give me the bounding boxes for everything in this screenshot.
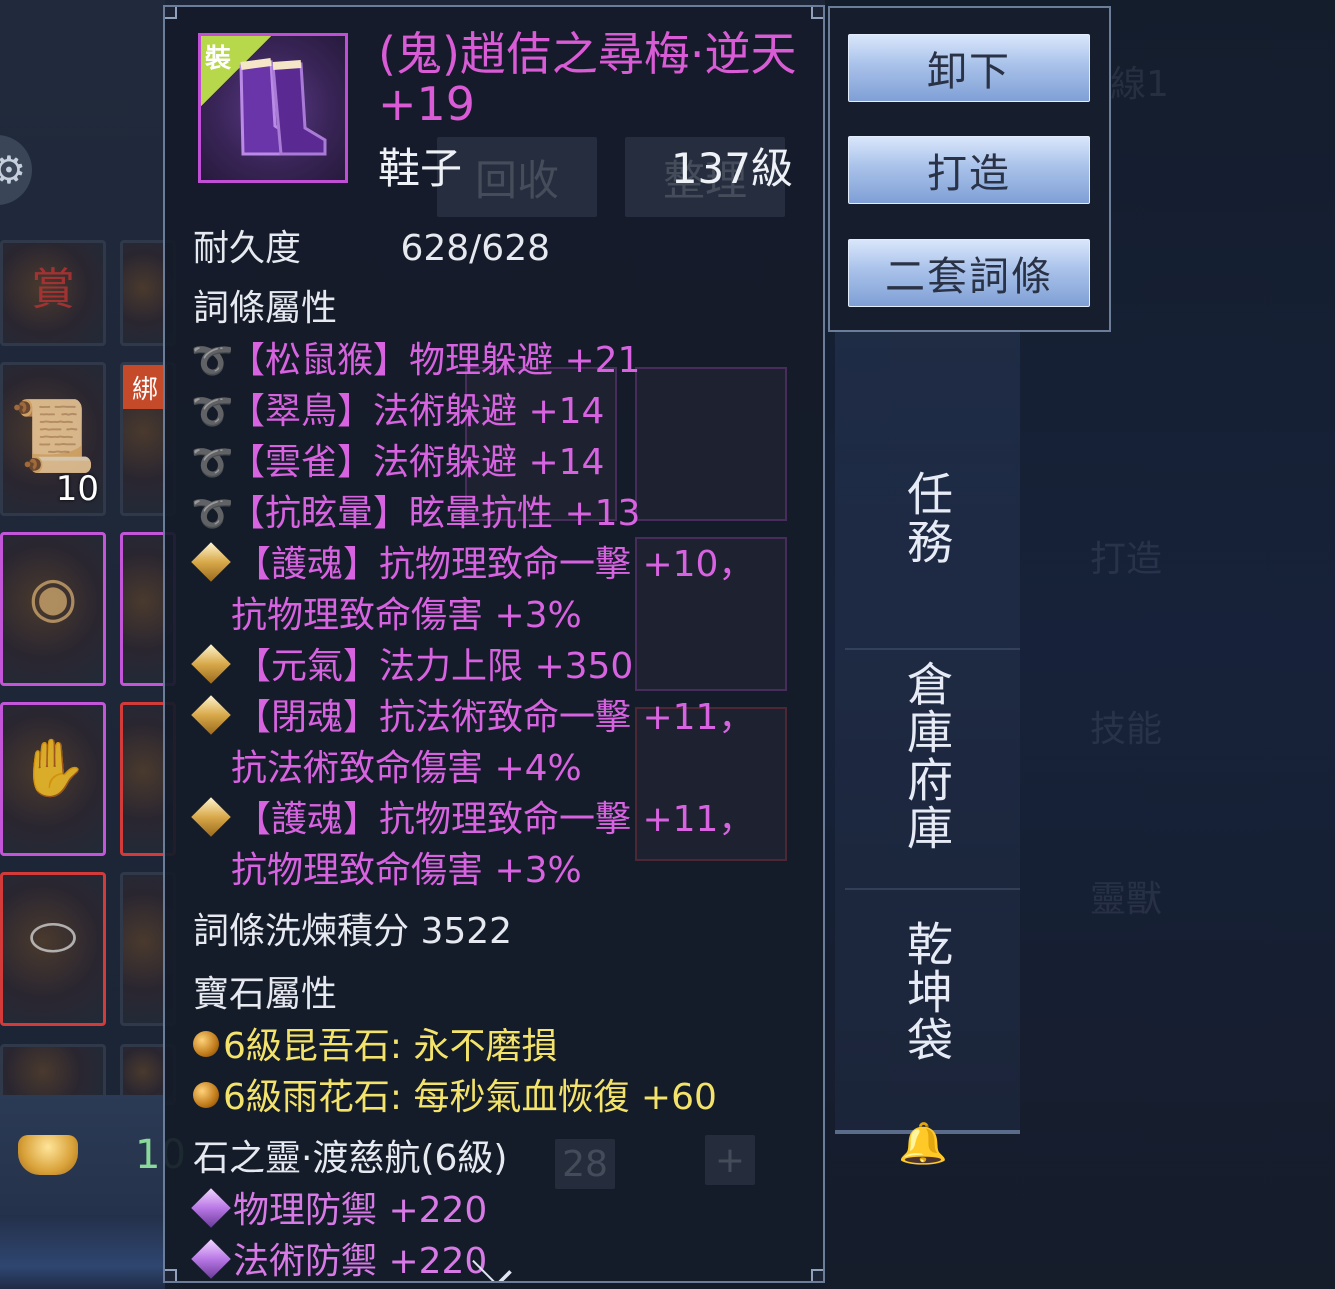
durability-row: 耐久度 628/628 — [193, 219, 550, 271]
affix-line: ➰【翠鳥】法術躲避 +14 — [191, 391, 605, 432]
gem-line: 6級雨花石: 每秒氣血恢復 +60 — [193, 1068, 717, 1120]
swirl-icon: ➰ — [191, 341, 234, 381]
affix-section-title: 詞條屬性 — [193, 288, 338, 329]
frame-corner — [165, 1269, 177, 1281]
spirit-stat: 法術防禦 +220 — [191, 1232, 487, 1281]
item-name: (鬼)趙佶之尋梅·逆天 +19 — [378, 27, 797, 131]
inventory-slot[interactable]: ✋ — [0, 702, 106, 856]
durability-value: 628/628 — [400, 228, 551, 269]
affix-line: 【護魂】抗物理致命一擊 +10， — [191, 535, 754, 587]
slot-count: 10 — [55, 469, 99, 509]
ghost-text: 線1 — [1110, 64, 1169, 105]
gem-section-title: 寶石屬性 — [193, 974, 338, 1015]
inventory-slot[interactable]: ◉ — [0, 532, 106, 686]
bag-count: 28 — [555, 1139, 615, 1189]
affix-line-cont: 抗物理致命傷害 +3% — [231, 595, 582, 636]
item-level: 137級 — [670, 144, 793, 193]
affix-line: ➰【雲雀】法術躲避 +14 — [191, 442, 605, 483]
gem-line: 6級昆吾石: 永不磨損 — [193, 1017, 557, 1069]
affix-line-cont: 抗物理致命傷害 +3% — [231, 850, 582, 891]
ghost-text: 打造 — [1090, 539, 1163, 580]
affix-line: 【閉魂】抗法術致命一擊 +11， — [191, 688, 754, 740]
affix-line: ➰【松鼠猴】物理躲避 +21 — [191, 340, 641, 381]
bell-ornament-icon: 🔔 — [898, 1121, 948, 1167]
bind-tag: 綁 — [123, 365, 167, 409]
gold-ingot-icon — [18, 1135, 78, 1175]
frame-corner — [811, 7, 823, 19]
affix-line: 【元氣】法力上限 +350 — [191, 637, 633, 689]
crystal-icon — [191, 1239, 231, 1279]
forge-button[interactable]: 打造 — [848, 136, 1090, 204]
durability-label: 耐久度 — [193, 228, 302, 269]
swirl-icon: ➰ — [191, 392, 234, 432]
spirit-title: 石之靈·渡慈航(6級) — [193, 1138, 508, 1179]
frame-corner — [165, 7, 177, 19]
refine-score: 詞條洗煉積分 3522 — [193, 911, 513, 952]
bottom-bar — [0, 1215, 165, 1289]
diamond-icon — [191, 644, 231, 684]
affix-line-cont: 抗法術致命傷害 +4% — [231, 748, 582, 789]
spirit-stat: 物理防禦 +220 — [191, 1181, 487, 1233]
frame-corner — [811, 1269, 823, 1281]
inventory-slot[interactable]: ⬭ — [0, 872, 106, 1026]
ghost-text: 靈獸 — [1090, 879, 1163, 920]
swirl-icon: ➰ — [191, 494, 234, 534]
nav-quest[interactable]: 任務 — [878, 470, 954, 566]
add-slot-button: + — [705, 1135, 755, 1185]
ghost-slot — [635, 367, 787, 521]
swirl-icon: ➰ — [191, 443, 234, 483]
action-panel: 卸下 打造 二套詞條 — [828, 6, 1111, 332]
nav-divider — [845, 888, 1020, 890]
diamond-icon — [191, 695, 231, 735]
second-affix-button[interactable]: 二套詞條 — [848, 239, 1090, 307]
gem-icon — [193, 1082, 219, 1108]
inventory-slot[interactable]: 賞 — [0, 240, 106, 346]
crystal-icon — [191, 1188, 231, 1228]
diamond-icon — [191, 542, 231, 582]
gem-icon — [193, 1031, 219, 1057]
nav-bag[interactable]: 乾坤袋 — [878, 920, 954, 1064]
item-type: 鞋子 — [378, 144, 463, 193]
nav-warehouse[interactable]: 倉庫府庫 — [878, 660, 954, 852]
item-tooltip: 回收 整理 28 + 裝 (鬼)趙佶之尋梅·逆天 +19 鞋子 137級 耐久度… — [163, 5, 825, 1283]
affix-line: ➰【抗眩暈】眩暈抗性 +13 — [191, 493, 641, 534]
ghost-text: 技能 — [1090, 709, 1163, 750]
boots-item-icon: 裝 — [198, 33, 348, 183]
affix-line: 【護魂】抗物理致命一擊 +11， — [191, 790, 754, 842]
inventory-slot[interactable]: 📜 10 — [0, 362, 106, 516]
unequip-button[interactable]: 卸下 — [848, 34, 1090, 102]
nav-divider — [845, 648, 1020, 650]
diamond-icon — [191, 797, 231, 837]
